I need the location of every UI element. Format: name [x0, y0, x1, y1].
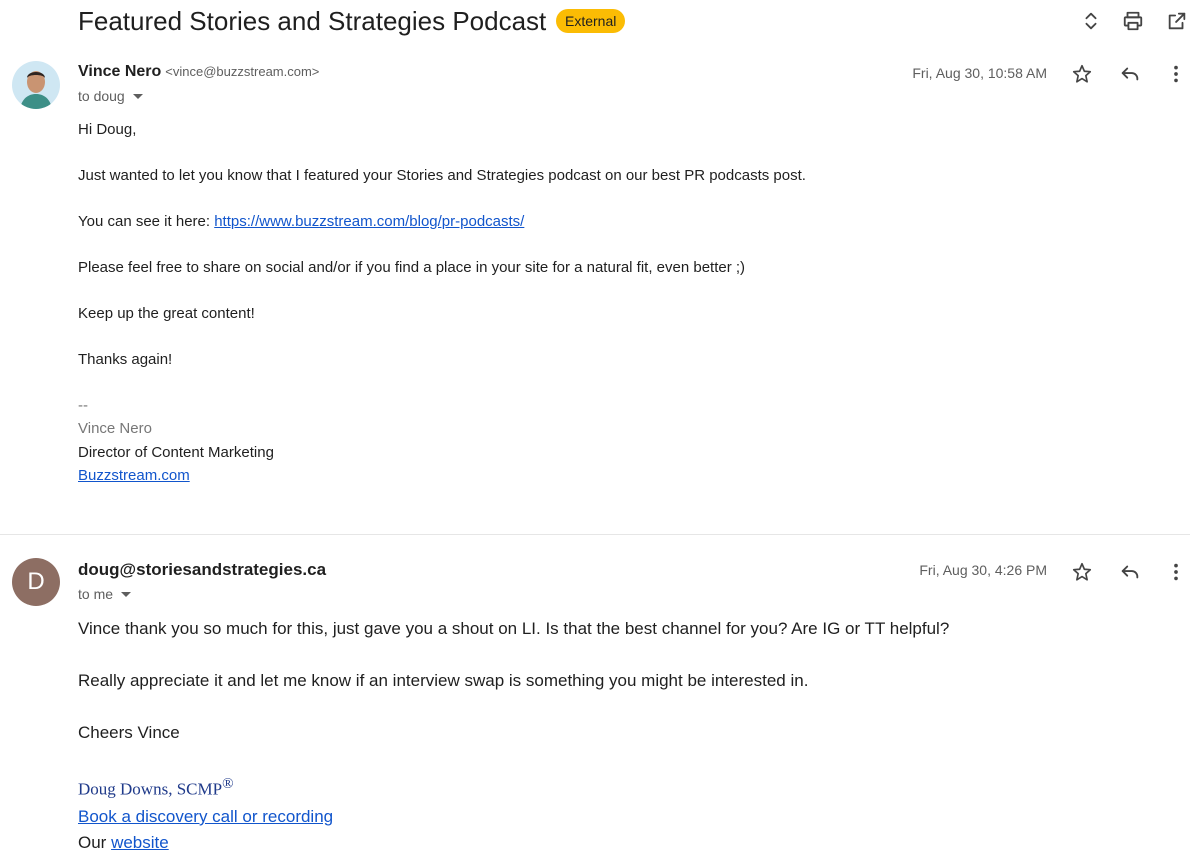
thread-subject: Featured Stories and Strategies Podcast	[78, 6, 547, 36]
more-vert-icon[interactable]	[1162, 60, 1190, 88]
sender-email: <vince@buzzstream.com>	[165, 64, 320, 79]
body-line: Cheers Vince	[78, 723, 180, 742]
print-icon[interactable]	[1119, 7, 1147, 35]
body-line: Vince thank you so much for this, just g…	[78, 619, 950, 638]
signature-name: Vince Nero	[78, 420, 152, 437]
avatar-letter: D	[27, 568, 45, 595]
star-icon[interactable]	[1068, 558, 1096, 586]
website-link[interactable]: website	[111, 833, 169, 852]
article-link[interactable]: https://www.buzzstream.com/blog/pr-podca…	[214, 213, 524, 230]
signature-link-row: Book a discovery call or recording	[78, 806, 333, 828]
sender-line: Vince Nero <vince@buzzstream.com>	[78, 63, 319, 81]
more-vert-icon[interactable]	[1162, 558, 1190, 586]
registered-mark: ®	[222, 776, 234, 792]
recipients-label: to me	[78, 586, 114, 602]
chevron-down-icon	[132, 93, 143, 99]
body-line: Thanks again!	[78, 351, 173, 368]
message-divider	[0, 534, 1190, 535]
message-date: Fri, Aug 30, 4:26 PM	[919, 562, 1047, 578]
signature-name: Doug Downs, SCMP®	[78, 776, 233, 800]
body-line-link-row: You can see it here: https://www.buzzstr…	[78, 212, 524, 232]
message-date: Fri, Aug 30, 10:58 AM	[912, 65, 1047, 81]
recipients-toggle[interactable]: to me	[78, 586, 132, 602]
body-line: Just wanted to let you know that I featu…	[78, 167, 806, 184]
sender-name[interactable]: doug@storiesandstrategies.ca	[78, 560, 326, 579]
avatar[interactable]	[12, 61, 60, 109]
avatar[interactable]: D	[12, 558, 60, 606]
chevron-down-icon	[121, 591, 132, 597]
recipients-toggle[interactable]: to doug	[78, 88, 143, 104]
body-line: Really appreciate it and let me know if …	[78, 671, 809, 690]
signature-link[interactable]: Buzzstream.com	[78, 467, 190, 484]
signature-name-text: Doug Downs, SCMP	[78, 779, 223, 799]
body-line: Keep up the great content!	[78, 305, 255, 322]
reply-icon[interactable]	[1116, 60, 1144, 88]
recipients-label: to doug	[78, 88, 125, 104]
greeting: Hi Doug,	[78, 121, 137, 138]
signature-website-row: Our website	[78, 832, 169, 854]
signature-text: Our	[78, 833, 112, 852]
external-badge[interactable]: External	[556, 9, 626, 33]
star-icon[interactable]	[1068, 60, 1096, 88]
sender-line: doug@storiesandstrategies.ca	[78, 560, 326, 580]
signature-link-row: Buzzstream.com	[78, 466, 190, 486]
unfold-icon[interactable]	[1077, 7, 1105, 35]
signature-dashes: --	[78, 397, 88, 414]
body-text: You can see it here:	[78, 213, 215, 230]
signature-title: Director of Content Marketing	[78, 444, 274, 461]
open-in-new-icon[interactable]	[1163, 7, 1191, 35]
body-line: Please feel free to share on social and/…	[78, 259, 746, 276]
sender-name[interactable]: Vince Nero	[78, 63, 161, 80]
discovery-call-link[interactable]: Book a discovery call or recording	[78, 807, 333, 826]
reply-icon[interactable]	[1116, 558, 1144, 586]
